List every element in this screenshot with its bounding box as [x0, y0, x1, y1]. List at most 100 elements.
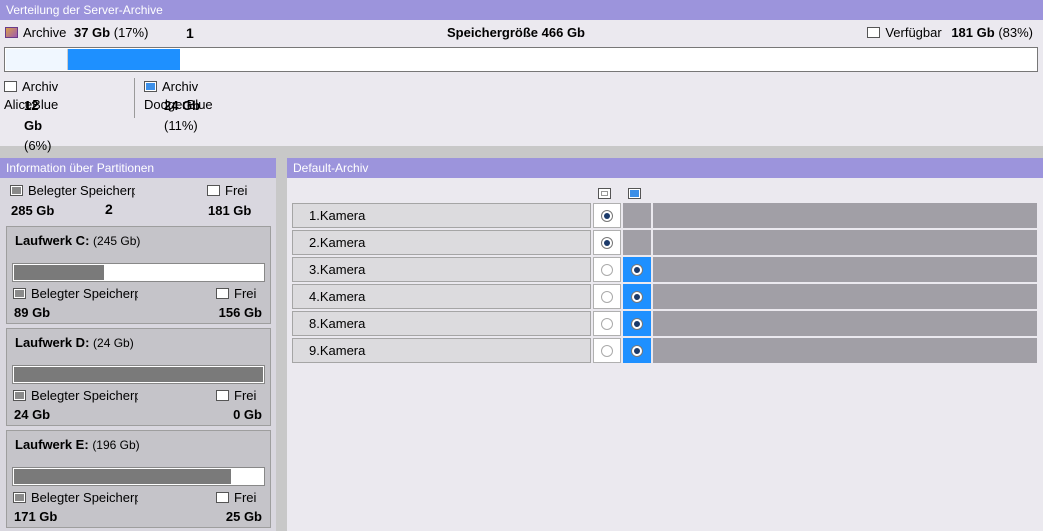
aliceblue-radio[interactable] — [601, 210, 613, 222]
drive-usage-fill — [14, 469, 231, 484]
marker-2: 2 — [105, 201, 113, 217]
aliceblue-radio-cell[interactable] — [593, 338, 621, 363]
free-legend-icon — [216, 390, 229, 401]
free-label: Frei — [225, 183, 248, 198]
drive-e: Laufwerk E: (196 Gb) Belegter Speicherpl… — [6, 430, 271, 528]
free-label: Frei — [234, 490, 257, 505]
used-label: Belegter Speicherplatz — [31, 490, 138, 505]
drive-name: Laufwerk D: — [15, 335, 90, 350]
camera-row: 1.Kamera — [292, 203, 1037, 228]
total-storage-size: Speichergröße 466 Gb — [447, 25, 585, 40]
drive-free-value: 25 Gb — [225, 509, 262, 524]
dodgerblue-radio[interactable] — [631, 318, 643, 330]
camera-row: 9.Kamera — [292, 338, 1037, 363]
bar-segment-dodgerblue — [68, 49, 180, 70]
used-legend-icon — [13, 288, 26, 299]
dodgerblue-column-icon — [628, 186, 646, 200]
drive-used-value: 171 Gb — [14, 509, 58, 524]
aliceblue-radio-cell[interactable] — [593, 203, 621, 228]
free-legend: Frei — [216, 388, 256, 403]
bar-segment-aliceblue — [6, 49, 68, 70]
camera-name: 8.Kamera — [292, 311, 591, 336]
default-archive-panel: Default-Archiv 1.Kamera 2.Kamera 3.Kamer… — [287, 158, 1043, 531]
dodgerblue-radio[interactable] — [631, 291, 643, 303]
drive-title: Laufwerk D: (24 Gb) — [15, 335, 134, 350]
free-legend-icon — [207, 185, 220, 196]
available-pct: (83%) — [998, 25, 1033, 40]
used-legend: Belegter Speicherplatz — [13, 286, 138, 301]
marker-1: 1 — [186, 25, 194, 41]
archive-item-dodgerblue[interactable]: Archiv DodgerBlue 24 Gb (11%) — [144, 78, 213, 133]
drive-used-value: 89 Gb — [14, 305, 51, 320]
free-label: Frei — [234, 286, 257, 301]
aliceblue-radio[interactable] — [601, 264, 613, 276]
aliceblue-radio-cell[interactable] — [593, 284, 621, 309]
dodgerblue-radio-cell[interactable] — [623, 203, 651, 228]
camera-name: 4.Kamera — [292, 284, 591, 309]
row-filler — [653, 203, 1037, 228]
server-archives-panel: Verteilung der Server-Archive Archive 37… — [0, 0, 1043, 153]
archive-divider — [134, 78, 135, 118]
default-archive-header: Default-Archiv — [287, 158, 1043, 178]
archive-item-aliceblue[interactable]: Archiv AliceBlue 12 Gb (6%) — [4, 78, 58, 153]
used-legend: Belegter Speicherplatz — [13, 490, 138, 505]
row-filler — [653, 338, 1037, 363]
available-legend-icon — [867, 27, 881, 38]
archive-pct: (6%) — [24, 138, 52, 153]
aliceblue-radio-cell[interactable] — [593, 230, 621, 255]
archive-summary-row: Archive 37 Gb (17%) 1 Speichergröße 466 … — [0, 25, 1043, 45]
aliceblue-radio[interactable] — [601, 318, 613, 330]
free-label: Frei — [234, 388, 257, 403]
aliceblue-radio[interactable] — [601, 237, 613, 249]
used-legend-icon — [10, 185, 23, 196]
row-filler — [653, 257, 1037, 282]
used-legend: Belegter Speicherplatz — [10, 183, 135, 198]
aliceblue-swatch — [598, 188, 611, 199]
dodgerblue-legend-icon — [144, 81, 157, 92]
drive-capacity: (196 Gb) — [92, 438, 140, 452]
aliceblue-radio-cell[interactable] — [593, 311, 621, 336]
used-legend-icon — [13, 492, 26, 503]
dodgerblue-radio[interactable] — [631, 345, 643, 357]
archive-pct: (11%) — [164, 118, 198, 133]
partitions-header: Information über Partitionen — [0, 158, 276, 178]
camera-name: 3.Kamera — [292, 257, 591, 282]
free-total: 181 Gb — [208, 203, 252, 218]
available-label: Verfügbar — [885, 25, 942, 40]
dodgerblue-radio-cell[interactable] — [623, 284, 651, 309]
aliceblue-radio[interactable] — [601, 291, 613, 303]
camera-row: 8.Kamera — [292, 311, 1037, 336]
free-legend: Frei — [207, 183, 247, 198]
app-root: Verteilung der Server-Archive Archive 37… — [0, 0, 1043, 531]
drive-capacity: (24 Gb) — [93, 336, 134, 350]
aliceblue-radio[interactable] — [601, 345, 613, 357]
drive-usage-fill — [14, 265, 104, 280]
row-filler — [653, 284, 1037, 309]
drive-capacity: (245 Gb) — [93, 234, 141, 248]
dodgerblue-radio-cell[interactable] — [623, 338, 651, 363]
drive-free-value: 156 Gb — [218, 305, 262, 320]
drive-name: Laufwerk C: — [15, 233, 90, 248]
free-legend-icon — [216, 492, 229, 503]
dodgerblue-swatch — [628, 188, 641, 199]
drive-used-value: 24 Gb — [14, 407, 51, 422]
available-size: 181 Gb — [951, 25, 995, 40]
drive-usage-bar — [12, 467, 265, 486]
dodgerblue-radio-cell[interactable] — [623, 257, 651, 282]
used-total: 285 Gb — [11, 203, 55, 218]
drive-title: Laufwerk E: (196 Gb) — [15, 437, 140, 452]
drive-d: Laufwerk D: (24 Gb) Belegter Speicherpla… — [6, 328, 271, 426]
drive-free-value: 0 Gb — [233, 407, 262, 422]
dodgerblue-radio[interactable] — [631, 264, 643, 276]
aliceblue-radio-cell[interactable] — [593, 257, 621, 282]
used-label: Belegter Speicherplatz — [31, 388, 138, 403]
camera-row: 3.Kamera — [292, 257, 1037, 282]
camera-name: 9.Kamera — [292, 338, 591, 363]
free-legend: Frei — [216, 286, 256, 301]
available-storage: Verfügbar 181 Gb (83%) — [867, 25, 1033, 40]
dodgerblue-radio-cell[interactable] — [623, 311, 651, 336]
used-label: Belegter Speicherplatz — [31, 286, 138, 301]
dodgerblue-radio-cell[interactable] — [623, 230, 651, 255]
camera-name: 1.Kamera — [292, 203, 591, 228]
drive-c: Laufwerk C: (245 Gb) Belegter Speicherpl… — [6, 226, 271, 324]
